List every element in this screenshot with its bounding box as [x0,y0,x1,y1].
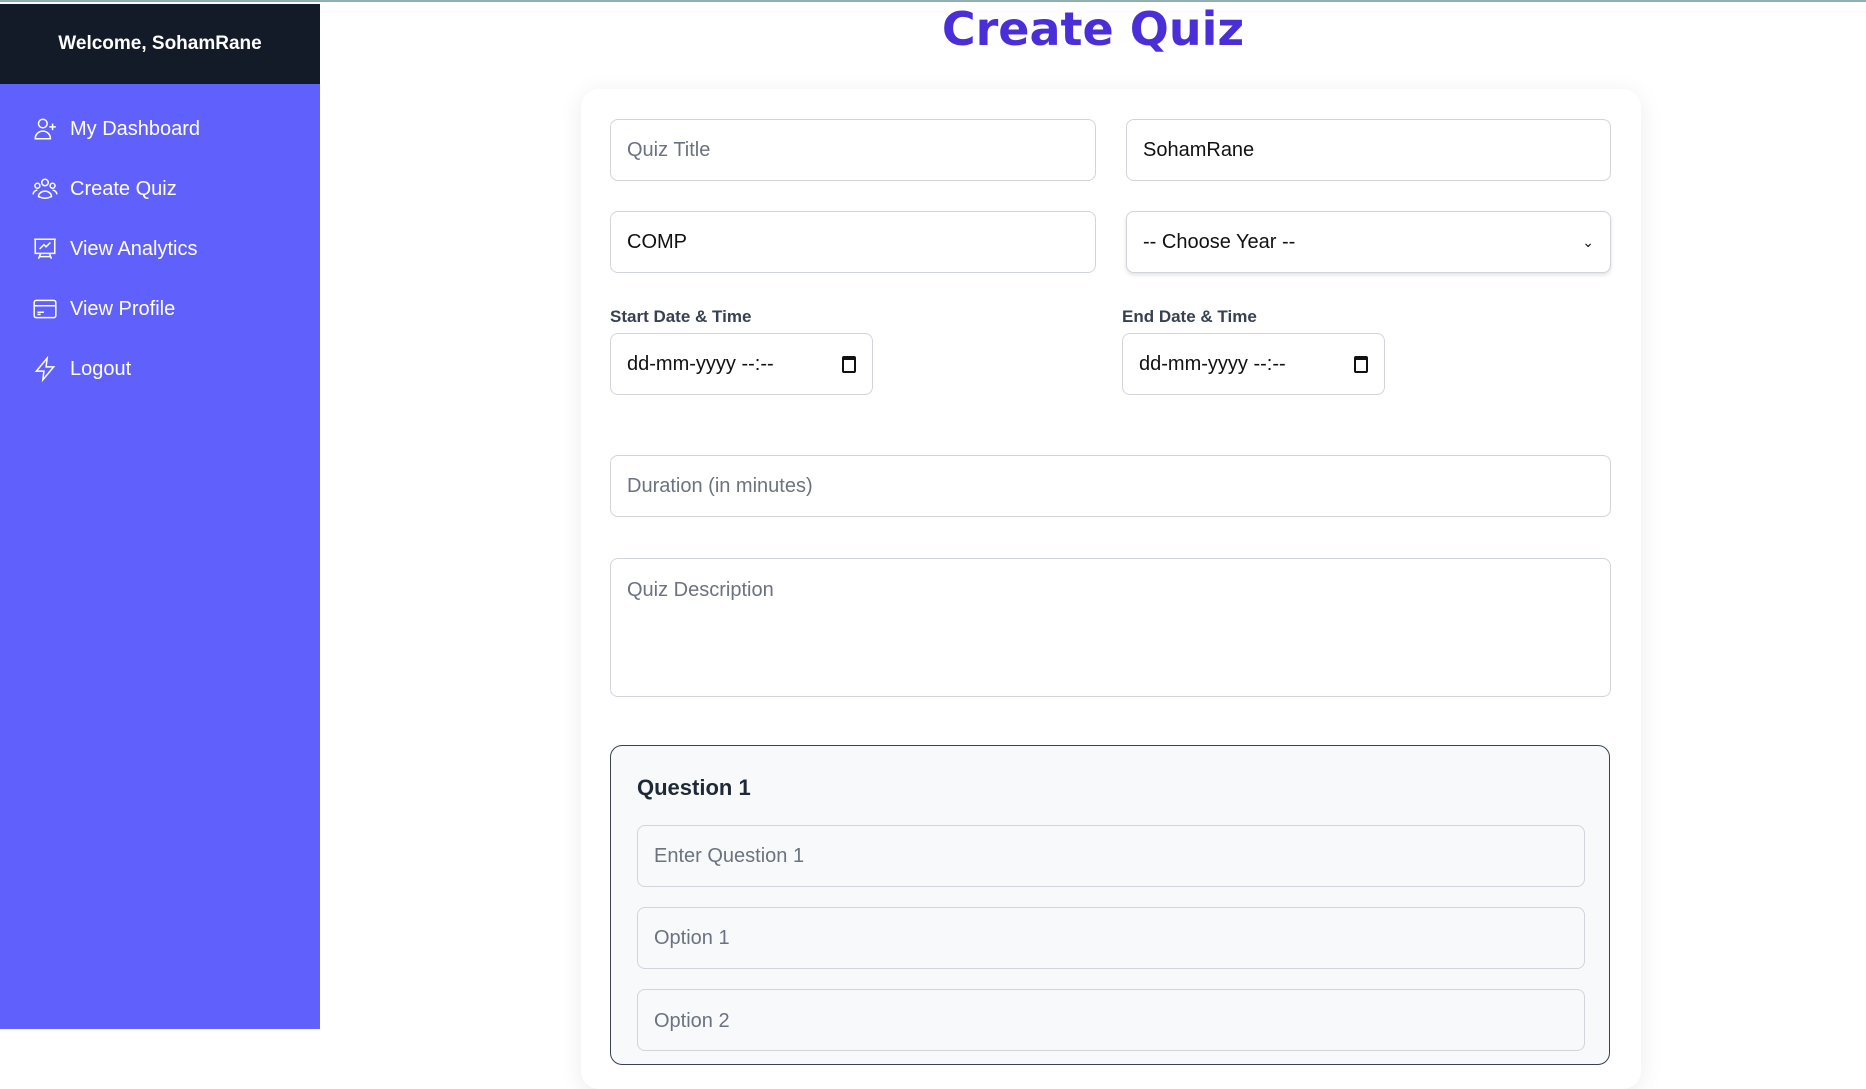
teacher-name-input[interactable]: SohamRane [1126,119,1611,181]
chevron-down-icon: ⌄ [1582,233,1594,250]
end-datetime-value: dd-mm-yyyy --:-- [1139,352,1286,375]
option-1-input[interactable]: Option 1 [637,907,1585,969]
end-date-label: End Date & Time [1122,307,1257,326]
sidebar-item-label: View Analytics [70,237,198,260]
year-select-value: -- Choose Year -- [1143,230,1296,253]
sidebar-item-label: Create Quiz [70,177,177,200]
start-datetime-value: dd-mm-yyyy --:-- [627,352,774,375]
start-date-label: Start Date & Time [610,307,752,326]
welcome-header: Welcome, SohamRane [0,4,320,84]
sidebar-item-view-analytics[interactable]: View Analytics [32,236,197,262]
sidebar: Welcome, SohamRane My Dashboard Create Q… [0,4,320,1029]
start-datetime-input[interactable]: dd-mm-yyyy --:-- [610,333,873,395]
lightning-bolt-icon [34,356,56,382]
credit-card-icon [33,299,57,319]
calendar-icon[interactable] [842,355,856,373]
end-datetime-input[interactable]: dd-mm-yyyy --:-- [1122,333,1385,395]
department-input[interactable]: COMP [610,211,1096,273]
sidebar-item-my-dashboard[interactable]: My Dashboard [32,116,200,142]
presentation-chart-icon [34,238,56,260]
sidebar-item-logout[interactable]: Logout [32,356,131,382]
sidebar-item-label: View Profile [70,297,176,320]
question-heading: Question 1 [637,775,751,800]
option-2-input[interactable]: Option 2 [637,989,1585,1051]
page-title: Create Quiz [941,2,1245,56]
quiz-title-input[interactable]: Quiz Title [610,119,1096,181]
sidebar-item-label: Logout [70,357,132,380]
year-select[interactable]: -- Choose Year -- ⌄ [1126,211,1611,273]
duration-input[interactable]: Duration (in minutes) [610,455,1611,517]
calendar-icon[interactable] [1354,355,1368,373]
sidebar-item-label: My Dashboard [70,117,201,140]
quiz-description-textarea[interactable]: Quiz Description [610,558,1611,697]
question-input[interactable]: Enter Question 1 [637,825,1585,887]
sidebar-item-create-quiz[interactable]: Create Quiz [32,176,177,202]
user-plus-icon [34,118,56,140]
users-group-icon [32,178,58,199]
sidebar-item-view-profile[interactable]: View Profile [32,296,175,322]
